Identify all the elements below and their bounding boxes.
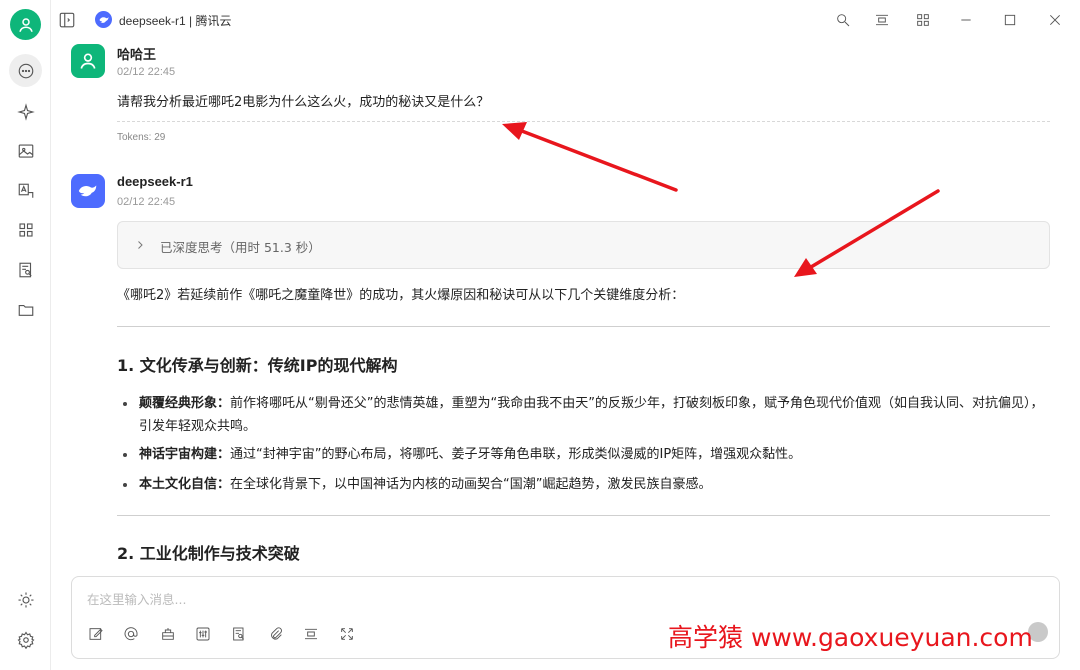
layout-button[interactable] [872, 10, 892, 30]
watermark: 高学猿 www.gaoxueyuan.com [668, 623, 1033, 652]
knowledge-button[interactable] [230, 625, 248, 643]
left-sidebar [0, 0, 51, 670]
list-item: 神话宇宙构建：通过“封神宇宙”的野心布局，将哪吒、姜子牙等角色串联，形成类似漫威… [117, 443, 1052, 466]
section-heading: 2. 工业化制作与技术突破 [117, 544, 300, 563]
section-heading: 1. 文化传承与创新：传统IP的现代解构 [117, 356, 398, 375]
bullet-text: 通过“封神宇宙”的野心布局，将哪吒、姜子牙等角色串联，形成类似漫威的IP矩阵，增… [230, 447, 802, 462]
grid-button[interactable] [913, 10, 933, 30]
chat-area[interactable]: 哈哈王 02/12 22:45 请帮我分析最近哪吒2电影为什么这么火，成功的秘诀… [51, 40, 1080, 570]
mention-button[interactable] [122, 625, 140, 643]
person-icon [18, 17, 33, 32]
settings-button[interactable] [9, 623, 42, 656]
params-button[interactable] [194, 625, 212, 643]
layout-center-icon [305, 628, 317, 640]
token-count: Tokens: 29 [117, 132, 166, 143]
sidebar-item-assistant[interactable] [9, 95, 42, 128]
theme-sun-icon [18, 592, 33, 607]
edit-icon [89, 628, 103, 640]
deepseek-whale-icon [78, 185, 97, 197]
section-divider [117, 515, 1050, 516]
sidebar-item-chat[interactable] [9, 54, 42, 87]
theme-toggle[interactable] [9, 583, 42, 616]
assistant-name: deepseek-r1 [117, 174, 193, 189]
person-icon [80, 53, 96, 69]
user-message-avatar [71, 44, 105, 78]
search-icon [837, 14, 850, 27]
folder-icon [18, 304, 33, 316]
assistant-avatar [71, 174, 105, 208]
list-item: 本土文化自信：在全球化背景下，以中国神话为内核的动画契合“国潮”崛起趋势，激发民… [117, 473, 1052, 496]
chevron-right-icon [138, 241, 143, 249]
edit-button[interactable] [87, 625, 105, 643]
settings-gear-icon [17, 630, 34, 649]
message-input[interactable]: 在这里输入消息... [87, 589, 186, 608]
bullet-title: 神话宇宙构建： [139, 447, 231, 462]
expand-button[interactable] [338, 625, 356, 643]
user-message-text: 请帮我分析最近哪吒2电影为什么这么火，成功的秘诀又是什么？ [117, 95, 490, 110]
grid-icon [917, 14, 929, 26]
app-window: deepseek-r1 | 腾讯云 哈哈王 02/12 22:45 请帮我分析最… [0, 0, 1080, 670]
window-title: deepseek-r1 | 腾讯云 [119, 14, 232, 28]
toggle-sidebar-icon[interactable] [58, 11, 76, 29]
message-divider [117, 121, 1050, 122]
bullet-title: 本土文化自信： [139, 477, 231, 492]
minimize-icon [961, 19, 971, 21]
layout-toggle-button[interactable] [302, 625, 320, 643]
sidebar-item-files[interactable] [9, 293, 42, 326]
chat-icon [18, 63, 33, 78]
sidebar-item-apps[interactable] [9, 213, 42, 246]
close-button[interactable] [1045, 10, 1065, 30]
close-icon [1050, 15, 1060, 25]
apps-grid-icon [18, 222, 33, 237]
maximize-button[interactable] [1000, 10, 1020, 30]
document-search-icon [18, 262, 32, 277]
bricks-icon [162, 628, 174, 640]
thinking-status: 已深度思考（用时 51.3 秒） [160, 240, 321, 255]
bullet-title: 颠覆经典形象： [139, 396, 231, 411]
sliders-icon [196, 627, 210, 641]
sidebar-item-image[interactable] [9, 134, 42, 167]
user-avatar[interactable] [10, 9, 41, 40]
assistant-message-time: 02/12 22:45 [117, 196, 176, 208]
sparkle-icon [16, 102, 35, 121]
list-item: 颠覆经典形象：前作将哪吒从“剔骨还父”的悲情英雄，重塑为“我命由我不由天”的反叛… [117, 392, 1052, 438]
sidebar-item-translate[interactable] [9, 174, 42, 207]
user-name: 哈哈王 [117, 47, 157, 62]
user-message-time: 02/12 22:45 [117, 66, 176, 78]
deep-thinking-toggle[interactable]: 已深度思考（用时 51.3 秒） [117, 221, 1050, 269]
minimize-button[interactable] [956, 10, 976, 30]
deepseek-logo-icon [95, 11, 112, 28]
search-button[interactable] [833, 10, 853, 30]
attach-button[interactable] [267, 625, 285, 643]
assistant-intro: 《哪吒2》若延续前作《哪吒之魔童降世》的成功，其火爆原因和秘诀可从以下几个关键维… [117, 288, 685, 303]
sidebar-item-docs[interactable] [9, 253, 42, 286]
bullet-text: 在全球化背景下，以中国神话为内核的动画契合“国潮”崛起趋势，激发民族自豪感。 [230, 477, 712, 492]
document-search-icon [233, 627, 244, 641]
translate-icon [18, 183, 33, 198]
layout-center-icon [876, 14, 888, 26]
expand-icon [341, 628, 353, 640]
maximize-icon [1004, 14, 1016, 26]
title-bar: deepseek-r1 | 腾讯云 [51, 0, 1080, 40]
bullet-text: 前作将哪吒从“剔骨还父”的悲情英雄，重塑为“我命由我不由天”的反叛少年，打破刻板… [139, 396, 1044, 434]
paperclip-icon [271, 627, 282, 640]
plugin-button[interactable] [159, 625, 177, 643]
image-icon [18, 143, 33, 158]
section-divider [117, 326, 1050, 327]
at-icon [124, 627, 138, 641]
